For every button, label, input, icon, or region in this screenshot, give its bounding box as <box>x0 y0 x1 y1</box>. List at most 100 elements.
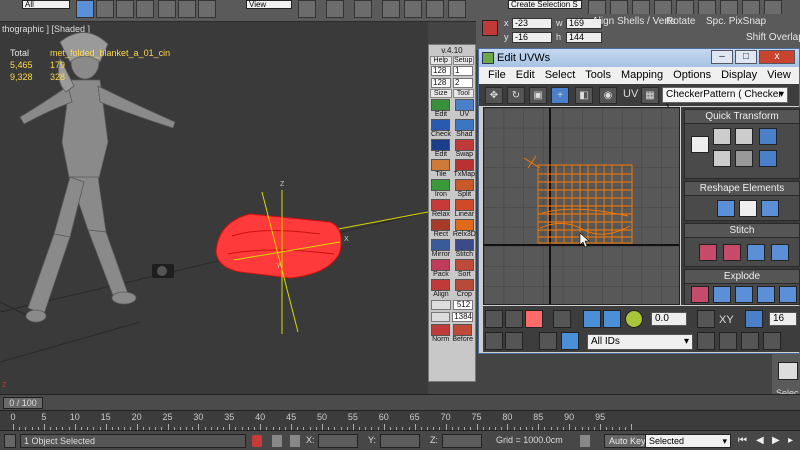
ring-select-icon[interactable] <box>505 332 523 350</box>
xy-axis-label[interactable]: XY <box>719 314 734 326</box>
menu-mapping[interactable]: Mapping <box>616 67 668 84</box>
go-to-start-icon[interactable]: ⏮ <box>738 435 748 447</box>
perspective-viewport[interactable]: thographic ] [Shaded ] Z X Y Z Total met… <box>0 22 428 394</box>
select-object-button[interactable] <box>76 0 94 18</box>
select-by-name-button[interactable] <box>96 0 114 18</box>
per-value[interactable]: 1384 <box>452 312 473 322</box>
pixel-snap-icon[interactable] <box>745 310 763 328</box>
tool-align[interactable]: Align <box>431 279 451 298</box>
auto-key-button[interactable]: Auto Key <box>604 434 651 448</box>
tool-spinner-2[interactable]: 2 <box>453 78 473 88</box>
tool-spinner[interactable]: 1 <box>453 66 473 76</box>
keyboard-shortcut-button[interactable] <box>354 0 372 18</box>
menu-options[interactable]: Options <box>668 67 716 84</box>
freeze-icon[interactable] <box>561 332 579 350</box>
select-manipulate-button[interactable] <box>326 0 344 18</box>
tool-linear[interactable]: Linear <box>453 199 476 218</box>
uv-editor-canvas[interactable] <box>483 107 680 305</box>
tool-iron[interactable]: Iron <box>431 179 451 198</box>
pivot-button[interactable] <box>298 0 316 18</box>
menu-edit[interactable]: Edit <box>511 67 540 84</box>
move-uv-icon[interactable]: ✥ <box>485 87 503 104</box>
isolate-selection-icon[interactable] <box>252 435 262 447</box>
prev-frame-icon[interactable]: ◀ <box>756 435 766 447</box>
rotate-uv-icon[interactable]: ↻ <box>507 87 525 104</box>
snap-value[interactable]: 16 <box>769 312 797 326</box>
explode-title[interactable]: Explode <box>685 270 799 284</box>
rect-select-button[interactable] <box>116 0 134 18</box>
height-spinner[interactable]: 144 <box>566 32 602 43</box>
straighten-selection-icon[interactable] <box>717 200 735 217</box>
tool-check[interactable]: Check <box>431 119 451 138</box>
selection-filter-dropdown[interactable]: All <box>22 0 70 9</box>
soft-select-value[interactable]: 0.0 <box>651 312 687 326</box>
tool-crop[interactable]: Crop <box>453 279 476 298</box>
play-icon[interactable]: ▶ <box>772 435 782 447</box>
relax-icon[interactable] <box>739 200 757 217</box>
rotate-button[interactable] <box>178 0 196 18</box>
texel-tools-icon[interactable] <box>482 20 498 36</box>
absolute-mode-icon[interactable] <box>290 435 300 447</box>
straighten-icon[interactable] <box>713 150 731 167</box>
tool-split[interactable]: Split <box>453 179 476 198</box>
tool-relx3d[interactable]: Relx3D <box>453 219 476 238</box>
scale-button[interactable] <box>198 0 216 18</box>
break-tool-icon[interactable] <box>697 310 715 328</box>
pix-value[interactable]: 512 <box>453 300 473 310</box>
tool-pack[interactable]: Pack <box>431 259 451 278</box>
rotate-ccw-icon[interactable] <box>759 128 777 145</box>
explode-by-smoothing-icon[interactable] <box>757 286 775 303</box>
stitch-source-icon[interactable] <box>723 244 741 261</box>
zoom-icon[interactable] <box>719 332 737 350</box>
tool-swap[interactable]: Swap <box>453 139 476 158</box>
help-button[interactable]: Help <box>430 56 452 65</box>
zoom-extents-icon[interactable] <box>763 332 781 350</box>
mirror-uv-icon[interactable]: ◧ <box>575 87 593 104</box>
tool-shad[interactable]: Shad <box>453 119 476 138</box>
setup-button[interactable]: Setup <box>452 56 474 65</box>
tool-tile[interactable]: Tile <box>431 159 451 178</box>
show-map-icon[interactable]: ◉ <box>599 87 617 104</box>
tool-sort[interactable]: Sort <box>453 259 476 278</box>
y-coord-field[interactable] <box>380 434 420 448</box>
weld-icon[interactable] <box>779 286 797 303</box>
break-icon[interactable] <box>691 286 709 303</box>
window-crossing-button[interactable] <box>136 0 154 18</box>
tool-edit-ps[interactable]: Edit <box>431 139 451 158</box>
select-by-smoothing-icon[interactable] <box>539 332 557 350</box>
uv-axis-label[interactable]: UV <box>623 88 638 100</box>
menu-file[interactable]: File <box>483 67 511 84</box>
freeform-mode-icon[interactable]: + <box>551 87 569 104</box>
tool-stitch[interactable]: Stitch <box>453 239 476 258</box>
x-coord-field[interactable] <box>318 434 358 448</box>
explode-by-polygon-icon[interactable] <box>735 286 753 303</box>
pan-hand-icon[interactable] <box>697 332 715 350</box>
maxscript-listener-icon[interactable] <box>4 434 16 448</box>
time-slider[interactable]: 0 / 100 <box>3 397 43 409</box>
align-vertical-icon[interactable] <box>735 128 753 145</box>
quick-transform-title[interactable]: Quick Transform <box>685 110 799 124</box>
timeline-ruler[interactable]: 0 5 10 15 20 25 30 35 40 45 50 55 60 65 70 75 80 85 90 95 <box>0 410 800 430</box>
menu-display[interactable]: Display <box>716 67 762 84</box>
minimize-button[interactable]: – <box>711 50 733 64</box>
close-button[interactable]: x <box>759 50 795 64</box>
key-filter-dropdown[interactable]: Selected ▾ <box>645 434 731 448</box>
soft-select-icon[interactable] <box>625 310 643 328</box>
texture-dropdown[interactable]: CheckerPattern ( Checker ) ▾ <box>662 87 788 114</box>
tool-before[interactable]: Before <box>452 324 473 343</box>
offset-y-spinner[interactable]: -16 <box>512 32 552 43</box>
zoom-region-icon[interactable] <box>741 332 759 350</box>
tool-relax[interactable]: Relax <box>431 199 451 218</box>
align-horizontal-icon[interactable] <box>713 128 731 145</box>
angle-snap-button[interactable] <box>404 0 422 18</box>
element-select-icon[interactable] <box>553 310 571 328</box>
stitch-custom-icon[interactable] <box>699 244 717 261</box>
circle-icon[interactable] <box>761 200 779 217</box>
tool-mirror[interactable]: Mirror <box>431 239 451 258</box>
vertex-mode-icon[interactable] <box>485 310 503 328</box>
next-frame-icon[interactable]: ▸ <box>788 435 798 447</box>
key-icon[interactable] <box>580 435 590 447</box>
tool-norm[interactable]: Norm <box>431 324 451 343</box>
flatten-icon[interactable] <box>713 286 731 303</box>
shrink-selection-icon[interactable] <box>603 310 621 328</box>
